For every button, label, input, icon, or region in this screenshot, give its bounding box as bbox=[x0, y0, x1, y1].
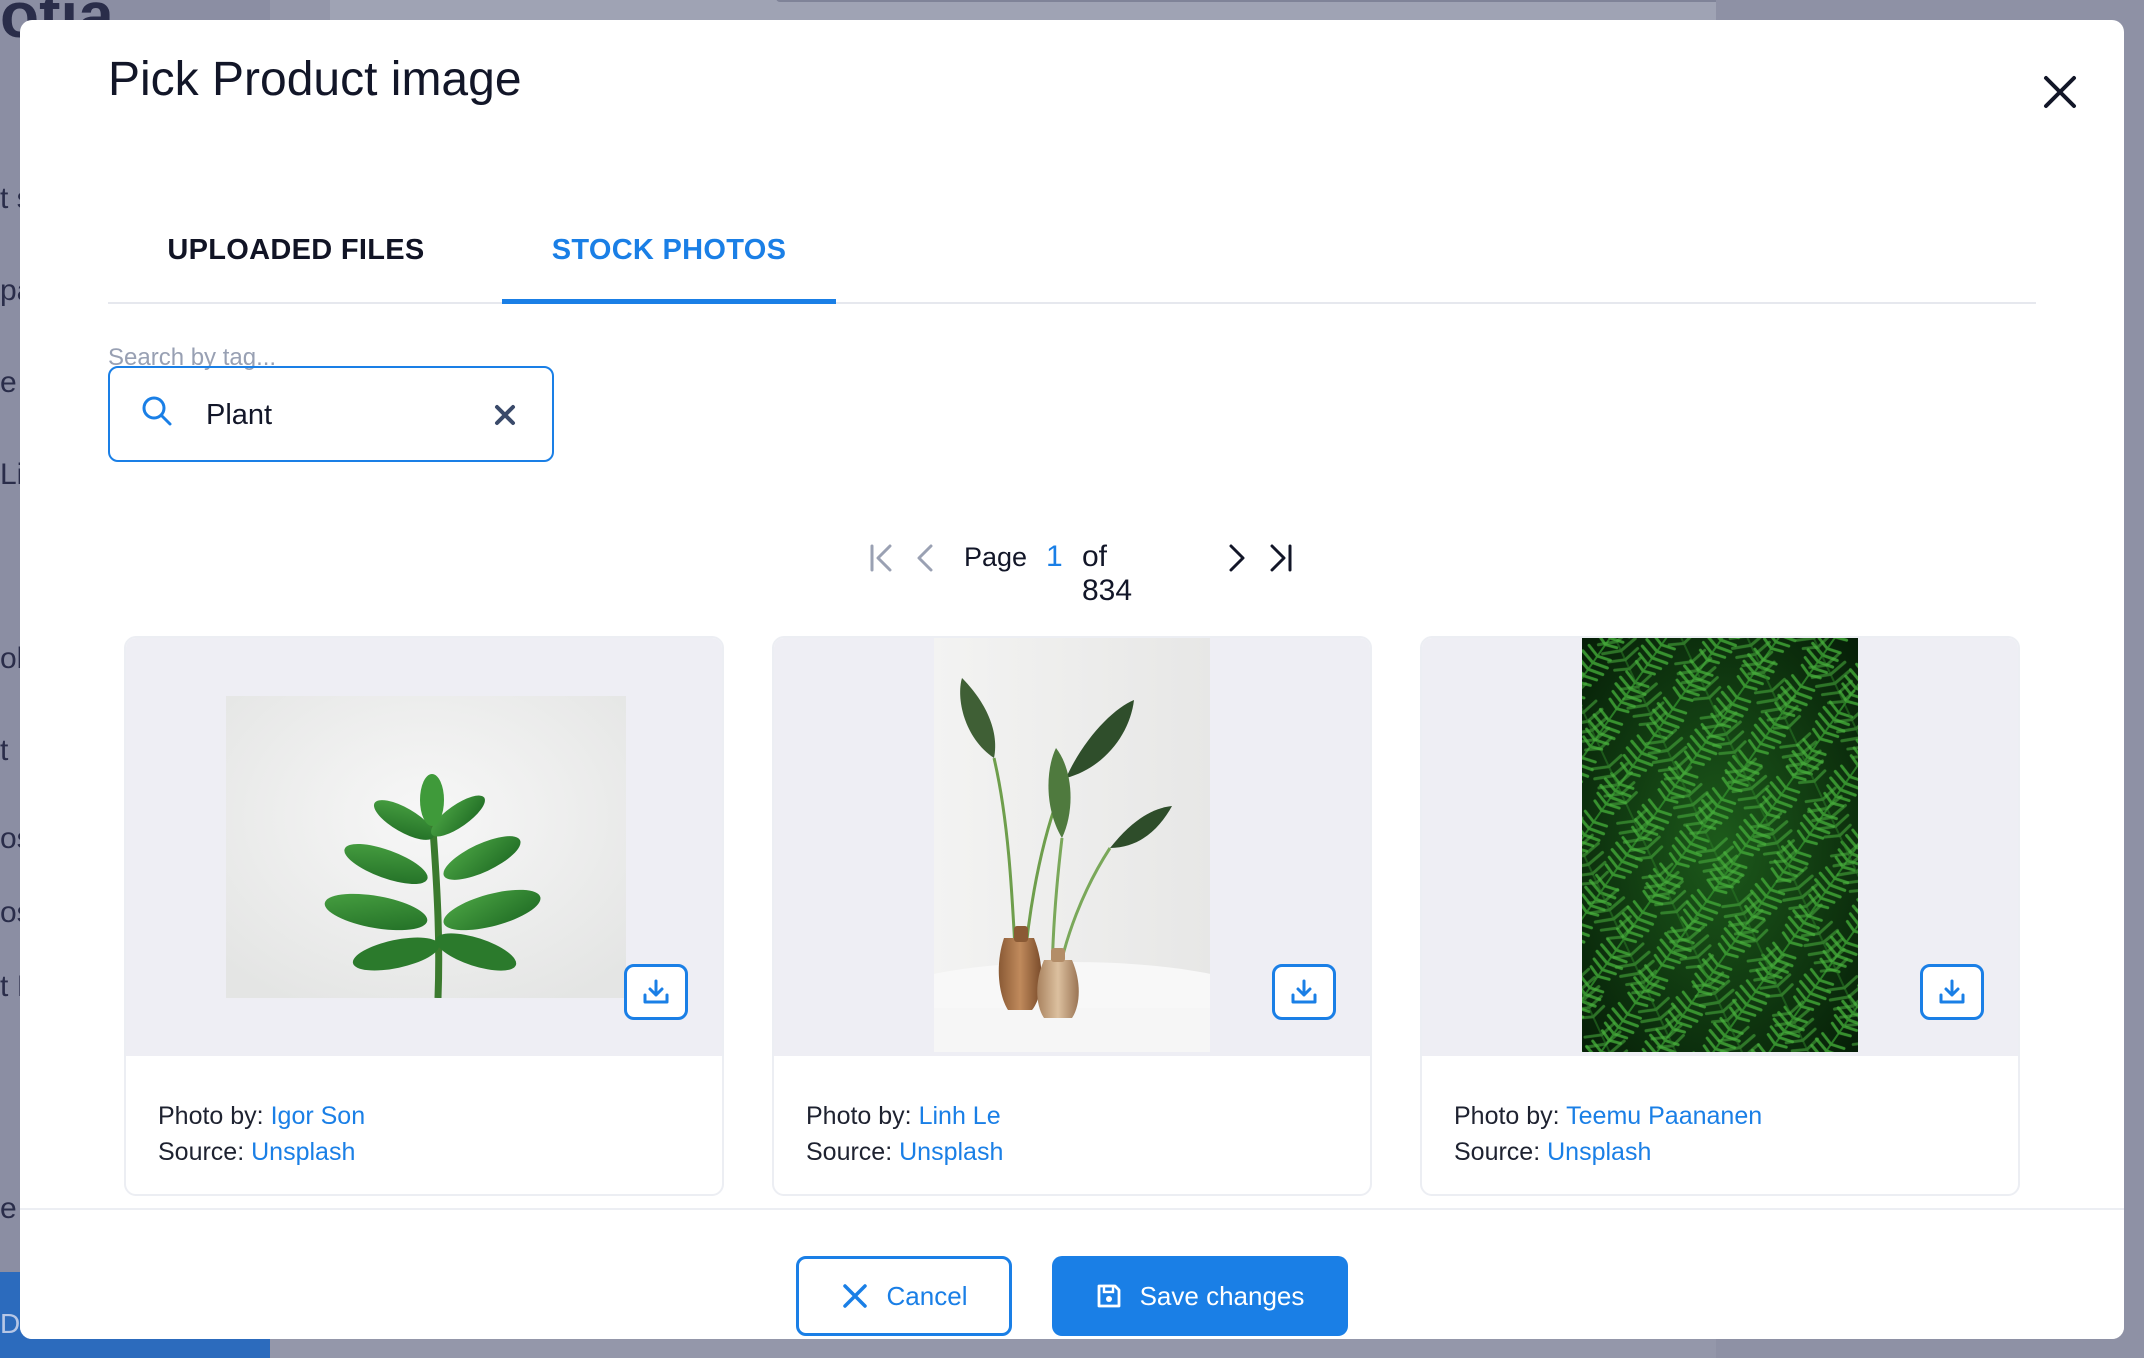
search-input[interactable] bbox=[206, 392, 476, 438]
source-label: Source: bbox=[158, 1138, 245, 1166]
first-page-icon[interactable] bbox=[862, 538, 902, 578]
photo-thumbnail[interactable] bbox=[774, 638, 1370, 1056]
total-pages-label: of 834 bbox=[1082, 540, 1133, 607]
last-page-icon[interactable] bbox=[1260, 538, 1300, 578]
source-label: Source: bbox=[1454, 1138, 1541, 1166]
author-link[interactable]: Igor Son bbox=[271, 1102, 366, 1130]
modal-footer: Cancel Save changes bbox=[20, 1208, 2124, 1339]
prev-page-icon[interactable] bbox=[906, 538, 946, 578]
close-icon bbox=[842, 1284, 867, 1308]
photo-card[interactable]: Photo by: Teemu Paananen Source: Unsplas… bbox=[1420, 636, 2020, 1196]
plant-photo-image bbox=[1582, 638, 1858, 1052]
current-page-number[interactable]: 1 bbox=[1046, 540, 1063, 574]
photo-thumbnail[interactable] bbox=[126, 638, 722, 1056]
search-field[interactable] bbox=[108, 366, 554, 462]
source-link[interactable]: Unsplash bbox=[251, 1138, 355, 1166]
author-link[interactable]: Linh Le bbox=[919, 1102, 1001, 1130]
download-button[interactable] bbox=[624, 964, 688, 1020]
background-sidebar-text: e bbox=[0, 366, 17, 399]
pick-image-modal: Pick Product image UPLOADED FILES STOCK … bbox=[20, 20, 2124, 1339]
photo-credits: Photo by: Igor Son Source: Unsplash bbox=[158, 1098, 365, 1170]
photo-thumbnail[interactable] bbox=[1422, 638, 2018, 1056]
search-icon bbox=[142, 396, 172, 426]
download-icon bbox=[1291, 979, 1317, 1004]
source-link[interactable]: Unsplash bbox=[1547, 1138, 1651, 1166]
tab-uploaded-files[interactable]: UPLOADED FILES bbox=[108, 196, 484, 304]
active-tab-indicator bbox=[502, 299, 836, 304]
plant-photo-image bbox=[934, 638, 1210, 1052]
save-icon bbox=[1097, 1284, 1120, 1308]
plant-photo-image bbox=[226, 696, 626, 998]
source-label: Source: bbox=[806, 1138, 893, 1166]
photo-by-label: Photo by: bbox=[806, 1102, 912, 1130]
photo-by-label: Photo by: bbox=[158, 1102, 264, 1130]
save-button-label: Save changes bbox=[1139, 1280, 1305, 1311]
tab-stock-photos[interactable]: STOCK PHOTOS bbox=[502, 196, 836, 304]
background-topbar bbox=[330, 0, 1932, 22]
source-link[interactable]: Unsplash bbox=[899, 1138, 1003, 1166]
author-link[interactable]: Teemu Paananen bbox=[1566, 1102, 1762, 1130]
modal-title: Pick Product image bbox=[108, 53, 522, 106]
next-page-icon[interactable] bbox=[1216, 538, 1256, 578]
tab-bar: UPLOADED FILES STOCK PHOTOS bbox=[108, 196, 2036, 304]
save-changes-button[interactable]: Save changes bbox=[1052, 1256, 1348, 1336]
cancel-button-label: Cancel bbox=[886, 1280, 968, 1311]
photo-credits: Photo by: Linh Le Source: Unsplash bbox=[806, 1098, 1003, 1170]
close-button[interactable] bbox=[2038, 70, 2082, 114]
page-label: Page bbox=[964, 542, 1028, 572]
clear-icon[interactable] bbox=[492, 402, 518, 428]
photo-credits: Photo by: Teemu Paananen Source: Unsplas… bbox=[1454, 1098, 1762, 1170]
photo-by-label: Photo by: bbox=[1454, 1102, 1560, 1130]
photo-card[interactable]: Photo by: Linh Le Source: Unsplash bbox=[772, 636, 1372, 1196]
download-button[interactable] bbox=[1920, 964, 1984, 1020]
download-button[interactable] bbox=[1272, 964, 1336, 1020]
background-sidebar-text: t bbox=[0, 734, 9, 767]
download-icon bbox=[1939, 979, 1965, 1004]
close-icon bbox=[2044, 76, 2076, 108]
photo-card[interactable]: Photo by: Igor Son Source: Unsplash bbox=[124, 636, 724, 1196]
download-icon bbox=[643, 979, 669, 1004]
background-sidebar-text: e bbox=[0, 1192, 17, 1225]
cancel-button[interactable]: Cancel bbox=[796, 1256, 1012, 1336]
